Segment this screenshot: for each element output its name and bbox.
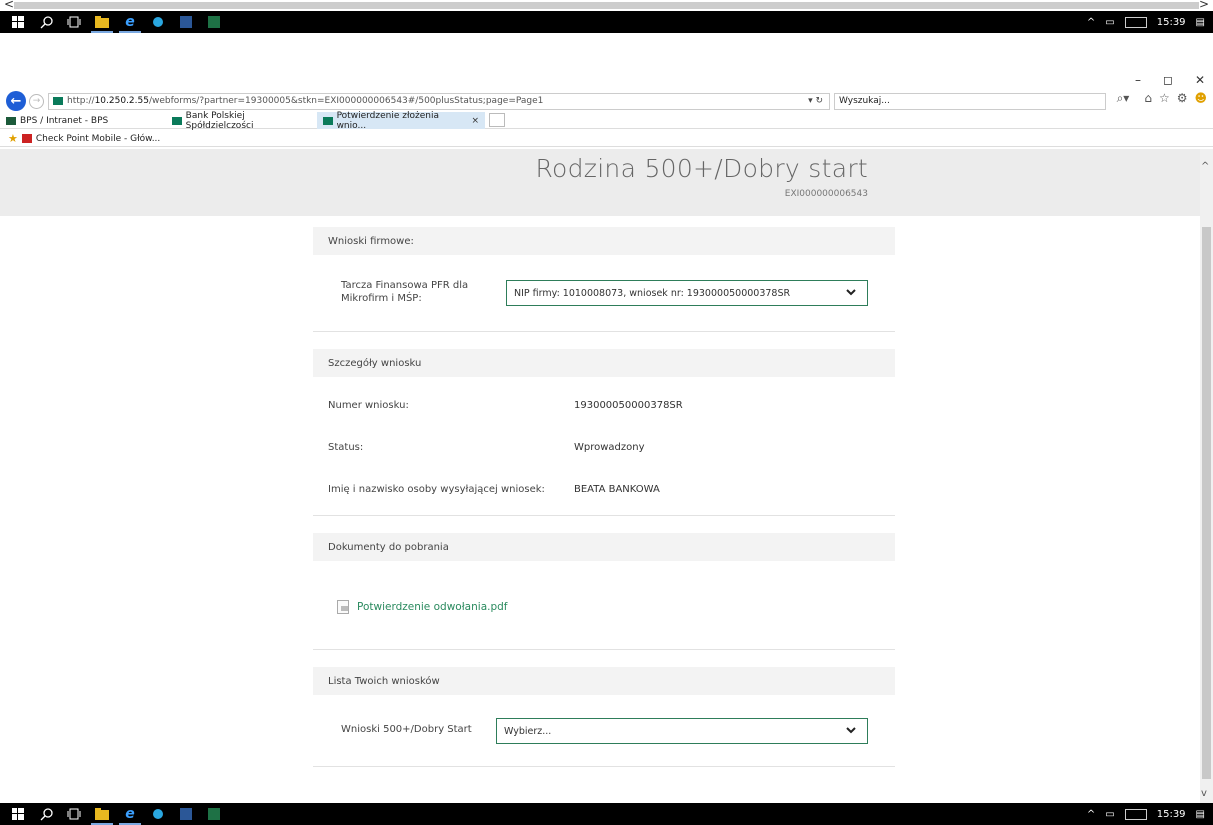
section-company: Tarcza Finansowa PFR dla Mikrofirm i MŚP… xyxy=(313,255,895,332)
tab-bar: BPS / Intranet - BPS Bank Polskiej Spółd… xyxy=(0,111,1213,131)
keyboard-icon[interactable] xyxy=(1124,16,1147,28)
document-link[interactable]: Potwierdzenie odwołania.pdf xyxy=(337,600,508,614)
scroll-left-icon[interactable]: < xyxy=(4,0,14,10)
taskbar-top: e ^ ▭ 15:39 ▤ xyxy=(0,11,1213,33)
search-icon[interactable] xyxy=(38,14,54,30)
section-documents: Potwierdzenie odwołania.pdf xyxy=(313,561,895,650)
pdf-file-icon xyxy=(337,600,349,614)
scroll-right-icon[interactable]: > xyxy=(1199,0,1209,10)
section-header-company: Wnioski firmowe: xyxy=(313,227,895,255)
restore-icon[interactable]: ◻ xyxy=(1163,73,1173,87)
internet-explorer-icon[interactable]: e xyxy=(119,806,141,825)
detail-label: Numer wniosku: xyxy=(328,400,409,411)
word-icon[interactable] xyxy=(178,806,194,822)
chevron-down-icon xyxy=(846,289,856,296)
scrollbar-track[interactable] xyxy=(14,2,1199,9)
clock[interactable]: 15:39 xyxy=(1157,809,1186,820)
window-controls: – ◻ ✕ xyxy=(1135,73,1205,87)
detail-value: 193000050000378SR xyxy=(574,400,683,411)
chevron-down-icon xyxy=(846,727,856,734)
site-favicon-icon xyxy=(323,116,333,125)
tab-confirmation[interactable]: Potwierdzenie złożenia wnio... × xyxy=(317,111,485,131)
system-tray: ^ ▭ 15:39 ▤ xyxy=(1087,803,1205,825)
file-explorer-icon[interactable] xyxy=(91,14,113,33)
scroll-down-icon[interactable]: v xyxy=(1201,788,1207,799)
network-icon[interactable]: ▭ xyxy=(1105,809,1114,820)
task-view-icon[interactable] xyxy=(66,14,82,30)
web-page: Rodzina 500+/Dobry start EXI000000006543… xyxy=(0,149,1213,803)
main-content: Wnioski firmowe: Tarcza Finansowa PFR dl… xyxy=(313,227,895,767)
detail-label: Imię i nazwisko osoby wysyłającej wniose… xyxy=(328,484,545,495)
taskbar-bottom: e ^ ▭ 15:39 ▤ xyxy=(0,803,1213,825)
excel-icon[interactable] xyxy=(206,806,222,822)
scrollbar-thumb[interactable] xyxy=(1202,227,1211,779)
keyboard-icon[interactable] xyxy=(1124,808,1147,820)
refresh-icon[interactable]: ▾ ↻ xyxy=(808,96,823,106)
tab-close-icon[interactable]: × xyxy=(471,116,479,126)
section-header-details: Szczegóły wniosku xyxy=(313,349,895,377)
settings-gear-icon[interactable]: ⚙ xyxy=(1177,91,1188,106)
navigation-bar: ← → http://10.250.2.55/webforms/?partner… xyxy=(6,91,1213,111)
search-icon[interactable] xyxy=(38,806,54,822)
word-icon[interactable] xyxy=(178,14,194,30)
horizontal-scrollbar[interactable]: < > xyxy=(0,0,1213,11)
company-field-label: Tarcza Finansowa PFR dla Mikrofirm i MŚP… xyxy=(341,280,469,304)
detail-value: Wprowadzony xyxy=(574,442,645,453)
minimize-icon[interactable]: – xyxy=(1135,73,1141,87)
tab-intranet[interactable]: BPS / Intranet - BPS xyxy=(0,112,158,129)
back-button[interactable]: ← xyxy=(6,91,26,111)
page-subtitle: EXI000000006543 xyxy=(784,189,868,199)
clock[interactable]: 15:39 xyxy=(1157,17,1186,28)
network-icon[interactable]: ▭ xyxy=(1105,17,1114,28)
forward-button[interactable]: → xyxy=(29,93,44,109)
home-icon[interactable]: ⌂ xyxy=(1144,91,1152,106)
section-header-applications: Lista Twoich wniosków xyxy=(313,667,895,695)
toolbar-icons: ⌕▾ ⌂ ☆ ⚙ ☻ xyxy=(1117,91,1207,106)
favorite-checkpoint-link[interactable]: Check Point Mobile - Głów... xyxy=(36,134,160,144)
tab-bank[interactable]: Bank Polskiej Spółdzielczości xyxy=(158,111,317,131)
windows-start-icon[interactable] xyxy=(10,14,26,30)
smiley-icon[interactable]: ☻ xyxy=(1194,91,1207,106)
app-icon[interactable] xyxy=(150,806,166,822)
page-title: Rodzina 500+/Dobry start xyxy=(535,154,868,183)
new-tab-button[interactable] xyxy=(489,113,505,127)
checkpoint-icon xyxy=(21,134,32,143)
app-icon[interactable] xyxy=(150,14,166,30)
company-application-select[interactable]: NIP firmy: 1010008073, wniosek nr: 19300… xyxy=(506,280,868,306)
section-details: Numer wniosku: 193000050000378SR Status:… xyxy=(313,377,895,516)
search-input[interactable]: Wyszukaj... xyxy=(834,92,1106,110)
task-view-icon[interactable] xyxy=(66,806,82,822)
file-explorer-icon[interactable] xyxy=(91,806,113,825)
section-header-documents: Dokumenty do pobrania xyxy=(313,533,895,561)
applications-select[interactable]: Wybierz... xyxy=(496,718,868,744)
favorites-add-icon[interactable]: ★ xyxy=(8,132,18,145)
internet-explorer-icon[interactable]: e xyxy=(119,14,141,33)
favorites-bar: ★ Check Point Mobile - Głów... xyxy=(0,131,1213,147)
excel-icon[interactable] xyxy=(206,14,222,30)
detail-label: Status: xyxy=(328,442,364,453)
search-dropdown-icon[interactable]: ⌕▾ xyxy=(1117,91,1130,106)
site-favicon-icon xyxy=(53,97,63,105)
scroll-up-icon[interactable]: ^ xyxy=(1201,161,1209,172)
tray-chevron-icon[interactable]: ^ xyxy=(1087,17,1095,28)
page-header: Rodzina 500+/Dobry start EXI000000006543 xyxy=(0,149,1213,216)
vertical-scrollbar[interactable]: ^ v xyxy=(1200,149,1213,803)
detail-value: BEATA BANKOWA xyxy=(574,484,660,495)
notification-icon[interactable]: ▤ xyxy=(1196,809,1205,820)
notification-icon[interactable]: ▤ xyxy=(1196,17,1205,28)
url-text: http://10.250.2.55/webforms/?partner=193… xyxy=(67,96,544,106)
favorites-star-icon[interactable]: ☆ xyxy=(1159,91,1170,106)
site-favicon-icon xyxy=(172,116,182,125)
system-tray: ^ ▭ 15:39 ▤ xyxy=(1087,11,1205,33)
windows-start-icon[interactable] xyxy=(10,806,26,822)
applications-field-label: Wnioski 500+/Dobry Start xyxy=(341,724,472,735)
section-applications: Wnioski 500+/Dobry Start Wybierz... xyxy=(313,695,895,767)
close-icon[interactable]: ✕ xyxy=(1195,73,1205,87)
tray-chevron-icon[interactable]: ^ xyxy=(1087,809,1095,820)
bps-favicon-icon xyxy=(6,116,16,125)
address-bar[interactable]: http://10.250.2.55/webforms/?partner=193… xyxy=(48,92,830,110)
